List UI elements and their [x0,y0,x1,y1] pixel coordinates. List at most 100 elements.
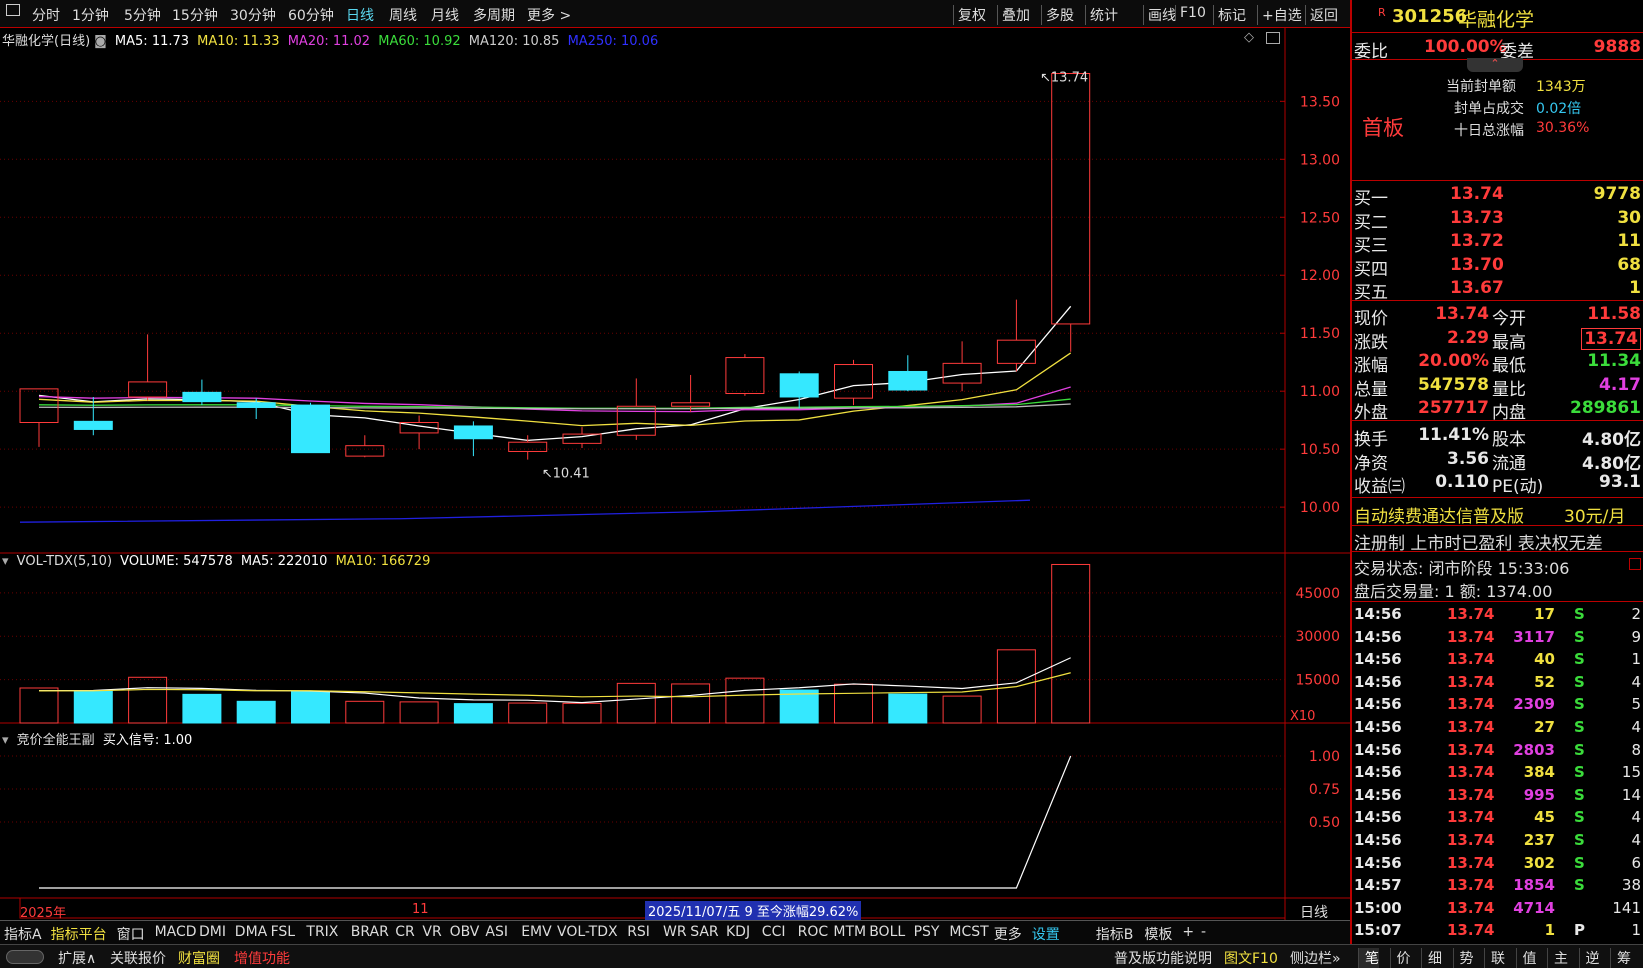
toolbar-button[interactable]: 画线 [1143,5,1176,25]
indicator-tab[interactable]: CR [395,924,415,940]
bid-row[interactable]: 买二 13.73 30 [1352,207,1643,233]
ind-tick-label: 1.00 [1309,749,1340,765]
indicator-tab[interactable]: DMA [235,924,267,940]
ten-day-value: 30.36% [1536,120,1590,136]
indicator-tab[interactable]: MACD [155,924,197,940]
status-link[interactable]: 增值功能 [234,948,290,968]
side-tab[interactable]: 细 [1421,948,1442,968]
toolbar-button[interactable]: 统计 [1085,5,1118,25]
indicator-tab[interactable]: 窗口 [117,924,145,944]
bid-volume: 30 [1617,207,1641,228]
side-tab[interactable]: 联 [1484,948,1505,968]
period-tab[interactable]: 1分钟 [72,5,109,25]
indicator-tab[interactable]: ROC [798,924,829,940]
tick-count: 14 [1621,785,1641,804]
tick-price: 13.74 [1447,740,1495,759]
tick-side: S [1574,808,1585,827]
period-tab[interactable]: 15分钟 [172,5,218,25]
indicator-tab[interactable]: ASI [485,924,508,940]
period-tab[interactable]: 周线 [389,5,417,25]
tick-price: 13.74 [1447,921,1495,940]
period-tab[interactable]: 多周期 [473,5,515,25]
status-link[interactable]: 侧边栏» [1290,948,1341,968]
status-link[interactable]: 财富圈 [178,948,220,968]
toolbar-button[interactable]: 标记 [1213,5,1246,25]
side-tab[interactable]: 价 [1389,948,1411,968]
period-tab[interactable]: 60分钟 [288,5,334,25]
status-link[interactable]: 图文F10 [1224,948,1278,968]
status-link[interactable]: 扩展∧ [58,948,96,968]
bid-row[interactable]: 买五 13.67 1 [1352,277,1643,303]
toolbar-button[interactable]: 多股 [1041,5,1074,25]
toolbar-button[interactable]: F10 [1175,5,1206,21]
collapse-chevron-icon[interactable]: ⌃ [1467,58,1523,72]
tick-count: 8 [1631,740,1641,759]
toolbar-button[interactable]: 返回 [1305,5,1338,25]
period-tab[interactable]: 分时 [32,5,60,25]
chart-area[interactable]: 13.50 13.00 12.50 12.00 11.50 11.00 10.50 10.00… [0,28,1350,920]
indicator-tab[interactable]: WR [663,924,687,940]
promo-row[interactable]: 自动续费通达信普及版 30元/月 [1352,501,1643,527]
toggle-switch[interactable] [6,950,44,964]
toolbar-button[interactable]: +自选 [1257,5,1302,25]
volume-bar [725,677,765,724]
more-periods-button[interactable]: 更多 > [527,5,571,25]
promo-text[interactable]: 自动续费通达信普及版 [1354,502,1524,527]
indicator-tab[interactable]: PSY [914,924,940,940]
status-link[interactable]: 普及版功能说明 [1114,948,1212,968]
side-tab[interactable]: 筹 [1610,948,1631,968]
indicator-tab[interactable]: FSL [271,924,296,940]
side-tab[interactable]: 值 [1515,948,1537,968]
signal-line [39,755,1072,889]
indicator-tab[interactable]: + [1182,924,1194,940]
indicator-tab[interactable]: 指标B [1096,924,1134,944]
bid-price: 13.70 [1450,254,1504,275]
indicator-tab[interactable]: TRIX [306,924,338,940]
side-tab[interactable]: 主 [1547,948,1568,968]
indicator-tab[interactable]: MCST [949,924,988,940]
bid-row[interactable]: 买四 13.70 68 [1352,254,1643,280]
toolbar-button[interactable]: 叠加 [997,5,1030,25]
indicator-tab[interactable]: MTM [833,924,866,940]
stat-value: 2.29 [1447,327,1489,348]
price-tick-label: 10.50 [1300,442,1340,458]
indicator-tab[interactable]: BRAR [351,924,389,940]
promo-price[interactable]: 30元/月 [1564,502,1625,527]
indicator-tab[interactable]: BOLL [869,924,905,940]
side-tab[interactable]: 逆 [1578,948,1600,968]
status-link[interactable]: 关联报价 [110,948,166,968]
side-tab[interactable]: 笔 [1358,948,1379,968]
indicator-tab[interactable]: 模板 [1144,924,1172,944]
stat-row: 涨跌 2.29 最高 13.74 [1352,327,1643,353]
bid-row[interactable]: 买一 13.74 9778 [1352,183,1643,209]
stat-label: 现价 [1354,309,1388,329]
indicator-tab[interactable]: 指标平台 [51,924,107,944]
period-tab-selected[interactable]: 日线 [346,5,374,25]
indicator-tab[interactable]: SAR [690,924,718,940]
indicator-tab[interactable]: KDJ [726,924,750,940]
period-tab[interactable]: 月线 [431,5,459,25]
indicator-tab[interactable]: VR [422,924,441,940]
side-tab[interactable]: 势 [1452,948,1474,968]
indicator-tab[interactable]: 设置 [1032,924,1060,944]
indicator-tab[interactable]: RSI [627,924,650,940]
period-tab[interactable]: 30分钟 [230,5,276,25]
indicator-tab[interactable]: OBV [450,924,480,940]
candle [725,357,765,395]
indicator-tab[interactable]: EMV [521,924,552,940]
tick-volume: 2309 [1513,695,1555,714]
toolbar-button[interactable]: 复权 [953,5,986,25]
indicator-tab[interactable]: 更多 [994,924,1022,944]
panel-icon[interactable] [1629,558,1641,570]
indicator-tab[interactable]: - [1201,924,1206,940]
stat-label: 涨跌 [1354,332,1388,353]
indicator-tab[interactable]: DMI [199,924,226,940]
stat-value: 13.74 [1581,327,1641,350]
indicator-tab[interactable]: 指标A [4,924,42,944]
indicator-tab[interactable]: VOL-TDX [557,924,618,940]
period-tab[interactable]: 5分钟 [124,5,161,25]
indicator-tab[interactable]: CCI [762,924,786,940]
candle [453,425,493,440]
bid-row[interactable]: 买三 13.72 11 [1352,230,1643,256]
window-icon[interactable] [6,4,20,16]
